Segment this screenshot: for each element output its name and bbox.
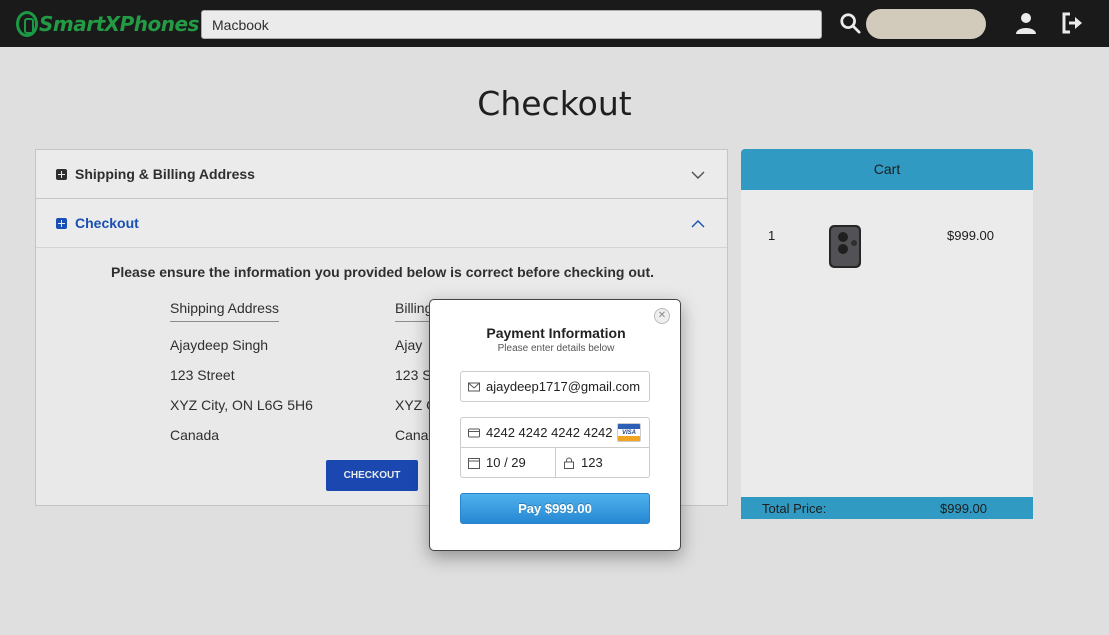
envelope-icon — [468, 382, 480, 391]
payment-modal: ✕ Payment Information Please enter detai… — [429, 299, 681, 551]
cvc-field[interactable]: 123 — [555, 447, 650, 478]
pay-button[interactable]: Pay $999.00 — [460, 493, 650, 524]
credit-card-icon — [468, 428, 480, 437]
modal-subtitle: Please enter details below — [497, 343, 615, 354]
card-number-field[interactable]: 4242 4242 4242 4242 VISA — [460, 417, 650, 448]
expiry-value: 10 / 29 — [486, 455, 526, 470]
calendar-icon — [468, 457, 480, 469]
close-icon[interactable]: ✕ — [654, 308, 670, 324]
modal-title: Payment Information — [486, 325, 626, 341]
visa-card-icon: VISA — [617, 423, 641, 442]
email-value: ajaydeep1717@gmail.com — [486, 379, 641, 394]
cvc-value: 123 — [581, 455, 603, 470]
expiry-field[interactable]: 10 / 29 — [460, 447, 556, 478]
lock-icon — [564, 457, 574, 469]
email-field[interactable]: ajaydeep1717@gmail.com — [460, 371, 650, 402]
card-number-value: 4242 4242 4242 4242 — [486, 425, 613, 440]
